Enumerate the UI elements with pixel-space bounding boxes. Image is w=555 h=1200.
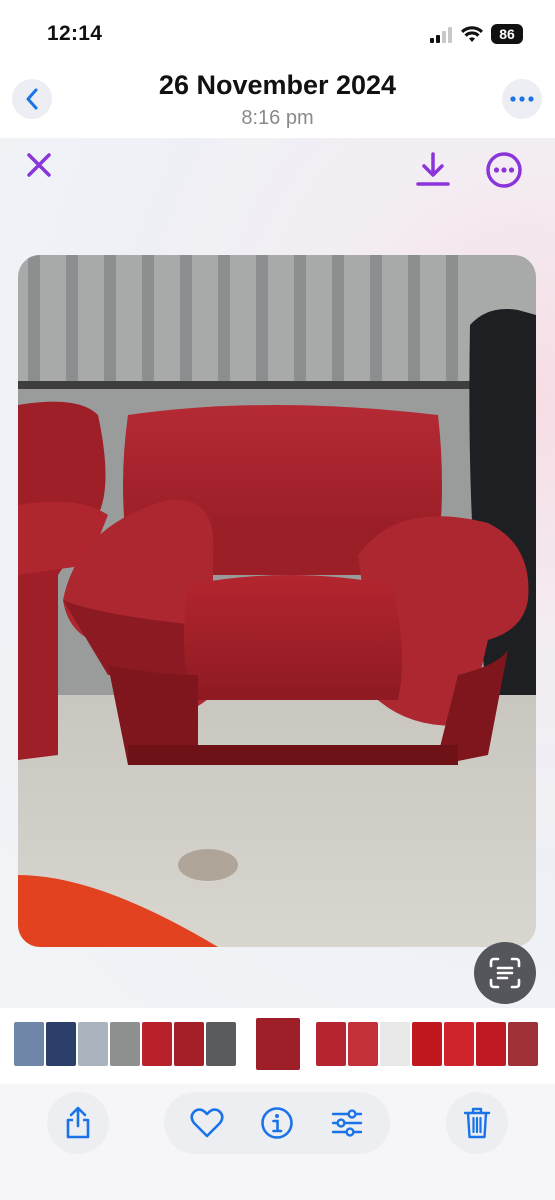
thumbnail[interactable] [46, 1022, 76, 1066]
trash-icon [463, 1107, 491, 1139]
thumbnail[interactable] [508, 1022, 538, 1066]
adjust-sliders-icon [331, 1109, 363, 1137]
ellipsis-icon [510, 96, 534, 102]
live-text-button[interactable] [474, 942, 536, 1004]
favorite-button[interactable] [186, 1100, 228, 1146]
photo-viewer [0, 138, 555, 1008]
thumbnail[interactable] [316, 1022, 346, 1066]
nav-bar: 26 November 2024 8:16 pm [0, 60, 555, 138]
thumbnail-current[interactable] [256, 1018, 300, 1070]
info-button[interactable] [256, 1100, 298, 1146]
close-x-icon[interactable] [22, 148, 56, 182]
thumbnail[interactable] [78, 1022, 108, 1066]
more-circle-icon[interactable] [484, 150, 524, 190]
share-icon-wrap [47, 1092, 109, 1154]
more-button[interactable] [502, 79, 542, 119]
trash-icon-wrap [446, 1092, 508, 1154]
page-title: 26 November 2024 [158, 70, 397, 100]
wifi-icon [461, 26, 483, 42]
thumbnail[interactable] [348, 1022, 378, 1066]
cellular-signal-icon [430, 27, 452, 43]
thumbnail[interactable] [110, 1022, 140, 1066]
heart-icon [190, 1108, 224, 1138]
thumbnail[interactable] [206, 1022, 236, 1066]
status-bar: 12:14 86 [0, 0, 555, 60]
live-text-scan-icon [489, 957, 521, 989]
thumbnail-strip[interactable] [0, 1008, 555, 1084]
thumbnail[interactable] [380, 1022, 410, 1066]
thumbnail[interactable] [476, 1022, 506, 1066]
thumbnail[interactable] [412, 1022, 442, 1066]
bottom-toolbar [0, 1084, 555, 1200]
adjust-button[interactable] [326, 1100, 368, 1146]
status-time: 12:14 [47, 22, 103, 45]
share-icon [66, 1106, 90, 1139]
page-subtitle: 8:16 pm [241, 107, 314, 129]
download-icon[interactable] [412, 150, 454, 190]
sofa-photo[interactable] [18, 255, 536, 947]
thumbnail[interactable] [14, 1022, 44, 1066]
thumbnail[interactable] [142, 1022, 172, 1066]
info-icon [261, 1107, 293, 1139]
thumbnail[interactable] [174, 1022, 204, 1066]
thumbnail[interactable] [444, 1022, 474, 1066]
battery-indicator: 86 [491, 24, 523, 44]
